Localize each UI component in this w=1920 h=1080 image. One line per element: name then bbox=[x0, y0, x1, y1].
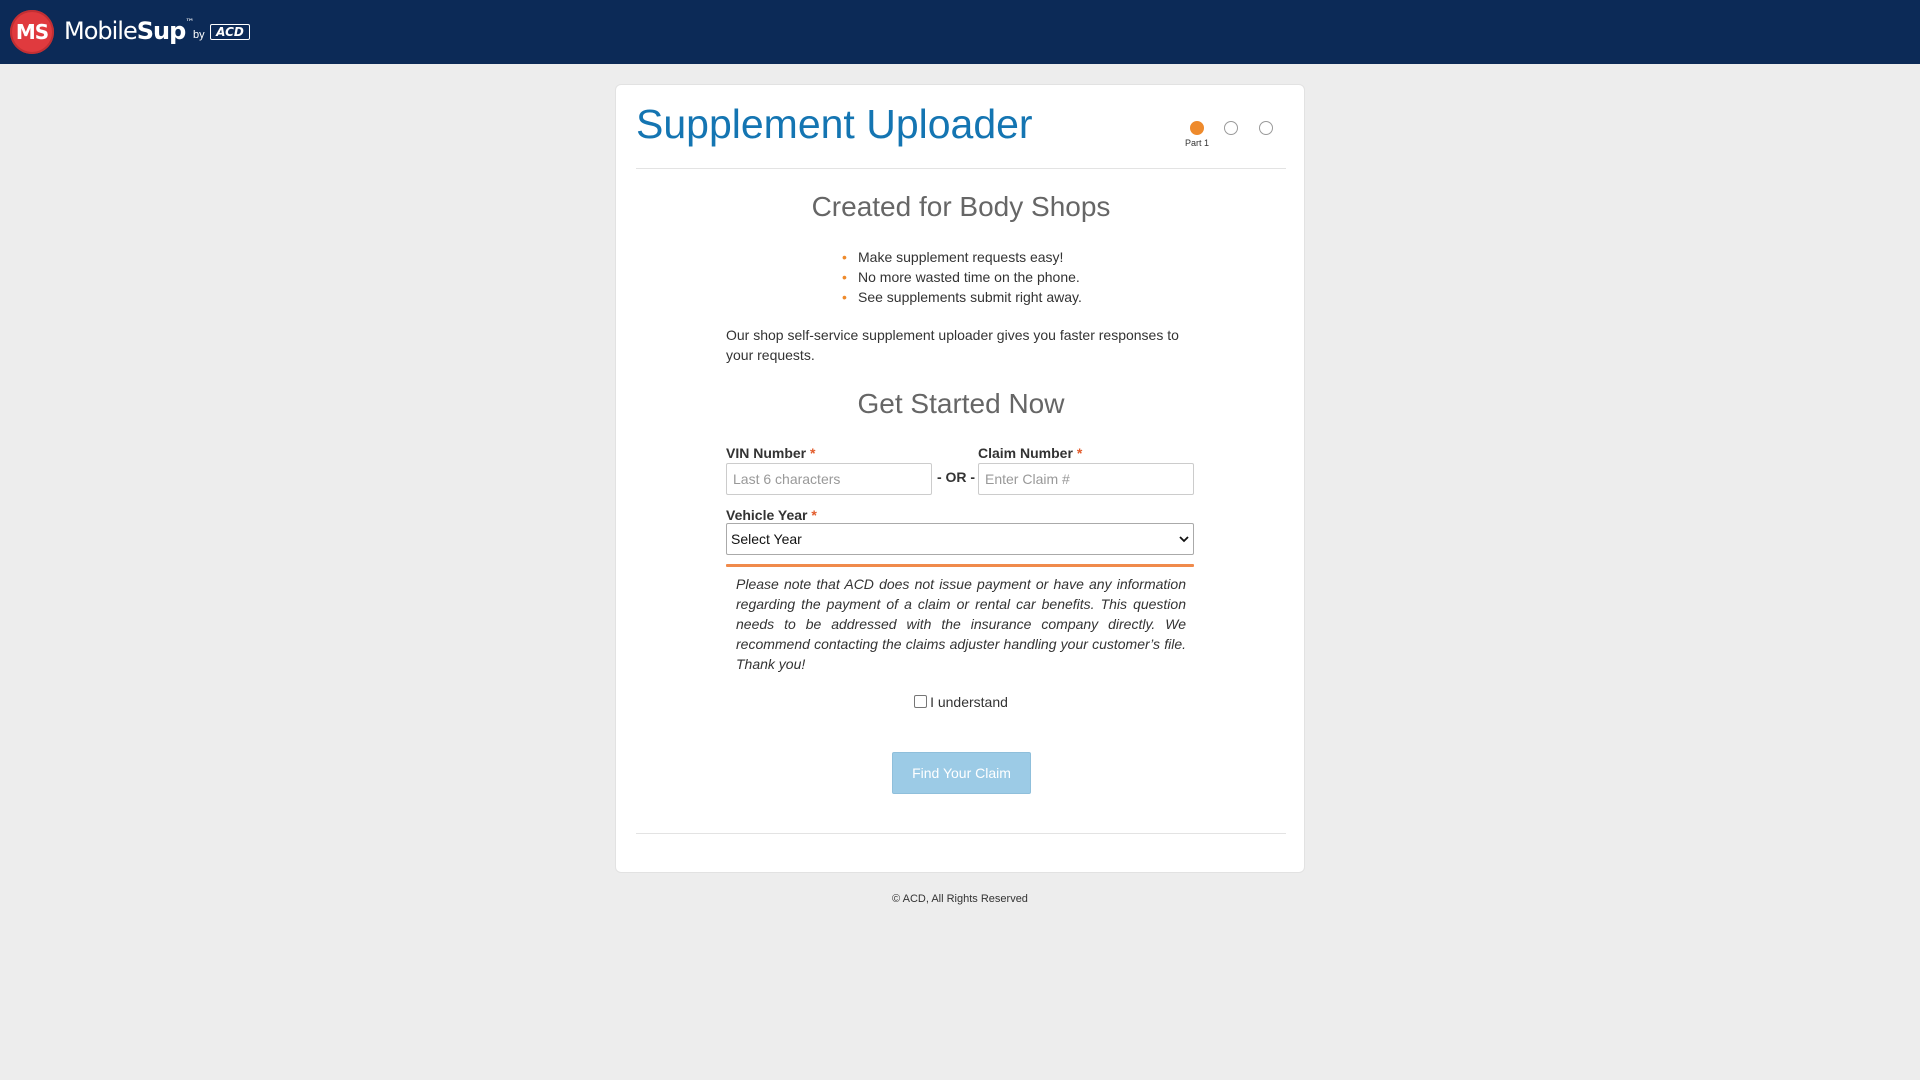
step-1-indicator bbox=[1190, 121, 1204, 135]
required-marker: * bbox=[811, 507, 817, 523]
vehicle-year-select[interactable]: Select Year bbox=[726, 523, 1194, 555]
acd-logo: ACD bbox=[210, 24, 250, 40]
top-navbar: MS MobileSup™ by ACD bbox=[0, 0, 1920, 64]
claim-label: Claim Number * bbox=[978, 444, 1082, 462]
claim-label-text: Claim Number bbox=[978, 445, 1073, 461]
vehicle-year-label: Vehicle Year * bbox=[726, 506, 817, 524]
understand-checkbox[interactable] bbox=[914, 695, 928, 708]
notice-divider bbox=[726, 564, 1194, 567]
vin-label: VIN Number * bbox=[726, 444, 815, 462]
vehicle-year-label-text: Vehicle Year bbox=[726, 507, 808, 523]
vehicle-year-selected-value: Select Year bbox=[731, 531, 802, 547]
divider-top bbox=[636, 168, 1286, 169]
trademark-mark: ™ bbox=[185, 18, 195, 28]
intro-text: Our shop self-service supplement uploade… bbox=[726, 327, 1179, 363]
understand-label[interactable]: I understand bbox=[930, 694, 1008, 710]
divider-bottom bbox=[636, 833, 1286, 834]
step-current-label: Part 1 bbox=[1184, 138, 1209, 148]
mobilesup-logo-wordmark[interactable]: MobileSup™ bbox=[64, 14, 194, 48]
step-3-indicator bbox=[1259, 121, 1273, 135]
created-heading: Created for Body Shops bbox=[811, 191, 1111, 222]
claim-number-input[interactable] bbox=[978, 463, 1194, 495]
benefit-item: Make supplement requests easy! bbox=[842, 247, 1082, 267]
vin-input[interactable] bbox=[726, 463, 932, 495]
required-marker: * bbox=[810, 445, 816, 461]
page-title: Supplement Uploader bbox=[636, 101, 1033, 147]
payment-notice: Please note that ACD does not issue paym… bbox=[736, 576, 1186, 672]
get-started-heading: Get Started Now bbox=[857, 388, 1065, 419]
acknowledge-row[interactable]: I understand bbox=[616, 693, 1306, 711]
mobilesup-logo-badge[interactable]: MS bbox=[10, 10, 54, 54]
vin-label-text: VIN Number bbox=[726, 445, 807, 461]
or-separator: - OR - bbox=[936, 469, 976, 485]
required-marker: * bbox=[1076, 445, 1083, 461]
chevron-down-icon bbox=[1179, 536, 1189, 543]
benefits-list: Make supplement requests easy! No more w… bbox=[842, 247, 1082, 307]
benefit-item: See supplements submit right away. bbox=[842, 287, 1082, 307]
logo-word-bold: Sup bbox=[136, 17, 187, 45]
logo-word-main: Mobile bbox=[64, 17, 138, 45]
find-your-claim-button[interactable]: Find Your Claim bbox=[892, 752, 1031, 794]
logo-by-text: by bbox=[193, 29, 205, 41]
benefit-item: No more wasted time on the phone. bbox=[842, 267, 1082, 287]
copyright-footer: © ACD, All Rights Reserved bbox=[892, 893, 1028, 905]
step-2-indicator bbox=[1224, 121, 1238, 135]
progress-steps: Part 1 bbox=[1174, 121, 1284, 151]
uploader-card: Supplement Uploader Part 1 Created for B… bbox=[615, 84, 1305, 873]
